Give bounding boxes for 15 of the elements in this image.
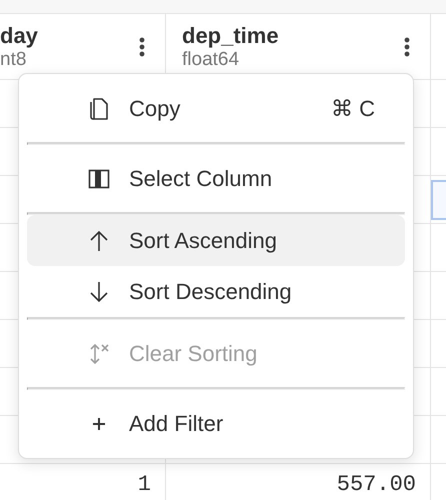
menu-item[interactable]: Add Filter	[27, 390, 405, 457]
copy-icon	[87, 96, 111, 120]
menu-item[interactable]: Sort Descending	[27, 266, 405, 317]
column-type: nt8	[0, 48, 28, 70]
more-icon[interactable]	[139, 36, 145, 56]
shortcut-text: ⌘ C	[331, 96, 375, 122]
menu-item[interactable]: Select Column	[27, 145, 405, 212]
menu-item[interactable]: Sort Ascending	[27, 215, 405, 266]
column-type: float64	[182, 48, 240, 70]
column-icon	[87, 166, 111, 190]
table-cell: 557.00	[166, 464, 431, 500]
table-cell: 1	[0, 464, 166, 500]
column-name: dep_time	[182, 22, 279, 48]
more-icon[interactable]	[404, 36, 410, 56]
column-name: day	[0, 22, 38, 48]
